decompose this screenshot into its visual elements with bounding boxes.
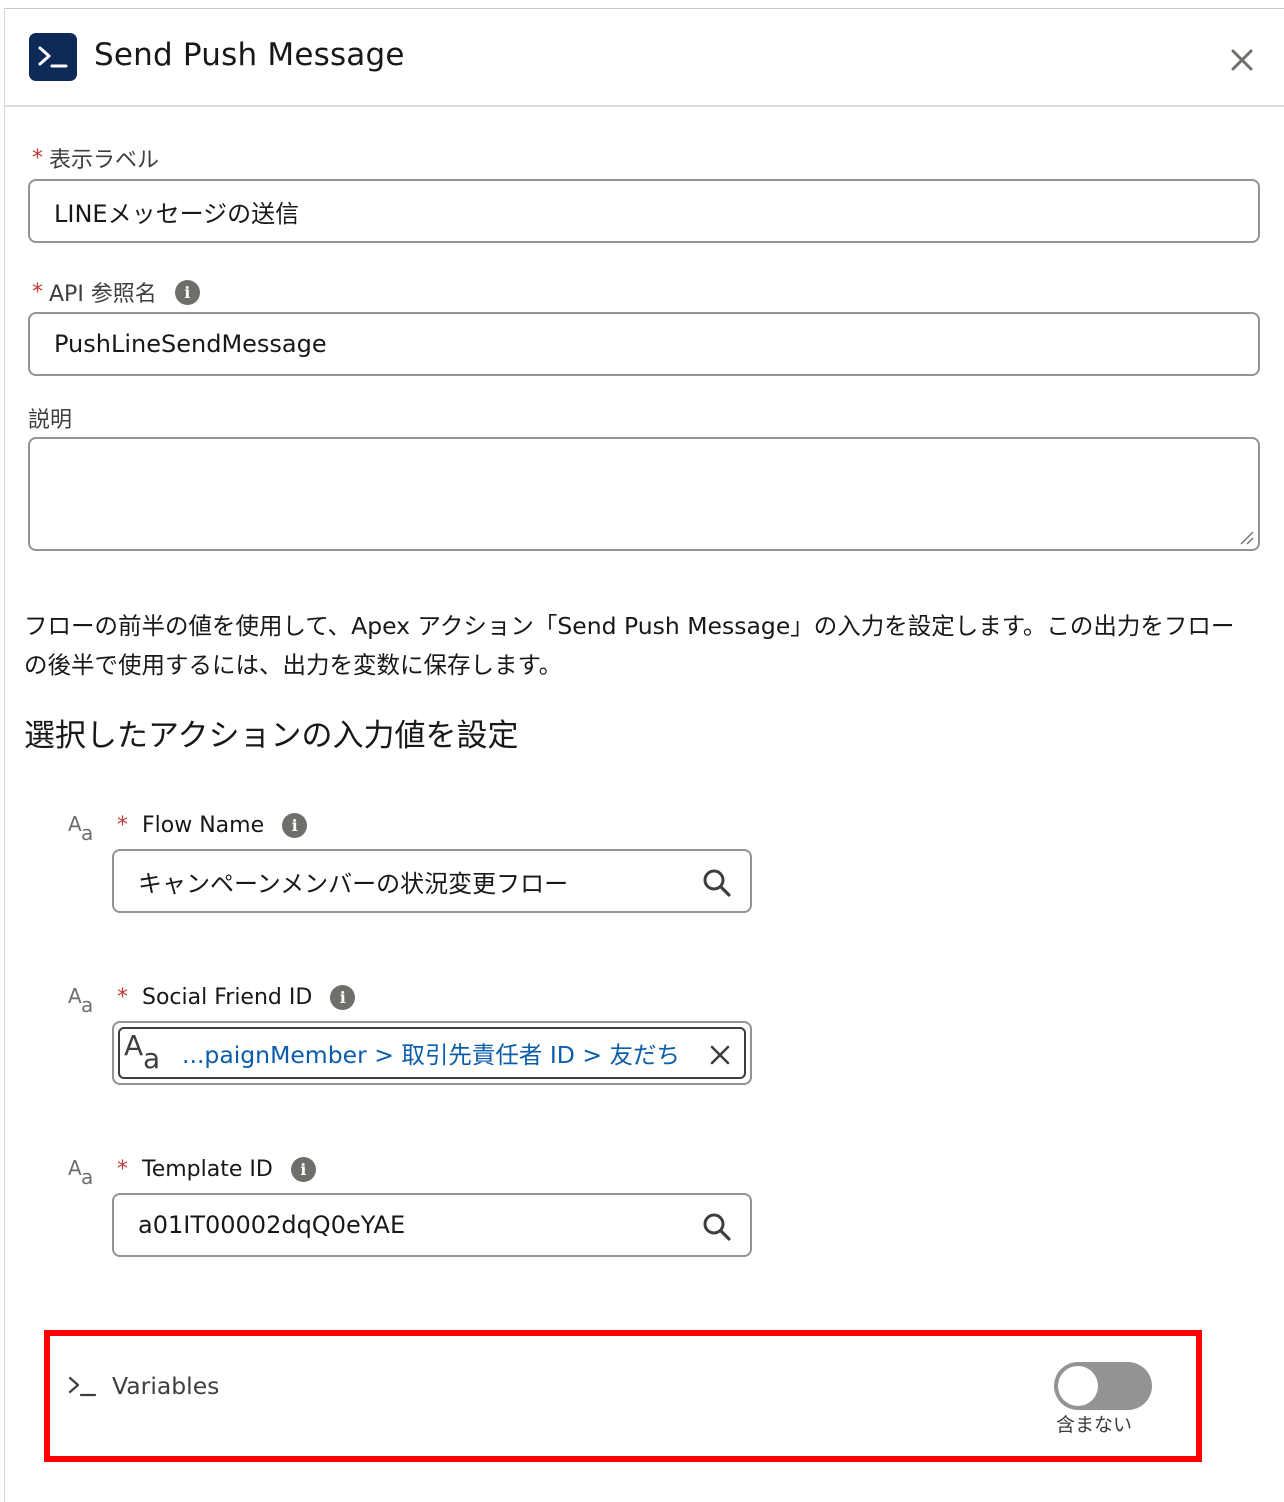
info-icon[interactable]: i [290, 1157, 316, 1182]
required-mark: * [117, 813, 128, 838]
info-icon[interactable]: i [174, 279, 200, 305]
api-name-text: API 参照名 [49, 282, 157, 307]
close-icon[interactable] [1227, 45, 1257, 75]
social-friend-id-label: * Social Friend ID i [117, 985, 356, 1010]
panel-header: Send Push Message [5, 9, 1284, 107]
flow-name-value: キャンペーンメンバーの状況変更フロー [138, 869, 569, 898]
flow-name-label: * Flow Name i [117, 813, 308, 838]
description-textarea[interactable] [28, 437, 1260, 551]
info-icon[interactable]: i [330, 985, 356, 1010]
variables-label: Variables [112, 1372, 220, 1400]
required-mark: * [32, 145, 43, 171]
search-icon[interactable] [702, 1212, 732, 1242]
template-id-input[interactable]: a01IT00002dqQ0eYAE [112, 1193, 752, 1257]
description-label: 説明 [28, 408, 73, 433]
toggle-knob [1058, 1366, 1098, 1406]
flow-name-input[interactable]: キャンペーンメンバーの状況変更フロー [112, 849, 752, 913]
social-friend-id-text: Social Friend ID [142, 985, 313, 1010]
resize-handle-icon[interactable] [1238, 529, 1254, 545]
remove-icon[interactable] [708, 1043, 732, 1067]
section-title: 選択したアクションの入力値を設定 [24, 718, 519, 754]
api-name-label: * API 参照名 i [32, 276, 200, 308]
display-label-input[interactable]: LINEメッセージの送信 [28, 179, 1260, 243]
pill-label: ...paignMember > 取引先責任者 ID > 友だち [182, 1041, 680, 1069]
required-mark: * [32, 279, 43, 305]
resource-pill[interactable]: Aa ...paignMember > 取引先責任者 ID > 友だち [118, 1027, 746, 1079]
template-id-text: Template ID [142, 1157, 273, 1182]
display-label-text: 表示ラベル [49, 148, 160, 173]
required-mark: * [117, 985, 128, 1010]
apex-terminal-icon [29, 33, 77, 81]
text-type-icon: Aa [124, 1029, 161, 1075]
include-variables-toggle[interactable] [1054, 1362, 1152, 1410]
social-friend-id-input[interactable]: Aa ...paignMember > 取引先責任者 ID > 友だち [112, 1021, 752, 1085]
flow-name-text: Flow Name [142, 813, 265, 838]
template-id-value: a01IT00002dqQ0eYAE [138, 1211, 406, 1239]
toggle-state-label: 含まない [1056, 1414, 1133, 1436]
display-label-label: * 表示ラベル [32, 142, 159, 174]
template-id-label: * Template ID i [117, 1157, 316, 1182]
terminal-icon [68, 1376, 97, 1397]
required-mark: * [117, 1157, 128, 1182]
panel-title: Send Push Message [94, 37, 405, 73]
text-type-icon: Aa [68, 812, 94, 845]
text-type-icon: Aa [68, 1156, 94, 1189]
search-icon[interactable] [702, 868, 732, 898]
help-text: フローの前半の値を使用して、Apex アクション「Send Push Messa… [24, 612, 1235, 679]
info-icon[interactable]: i [282, 813, 308, 838]
api-name-input[interactable]: PushLineSendMessage [28, 312, 1260, 376]
text-type-icon: Aa [68, 984, 94, 1017]
